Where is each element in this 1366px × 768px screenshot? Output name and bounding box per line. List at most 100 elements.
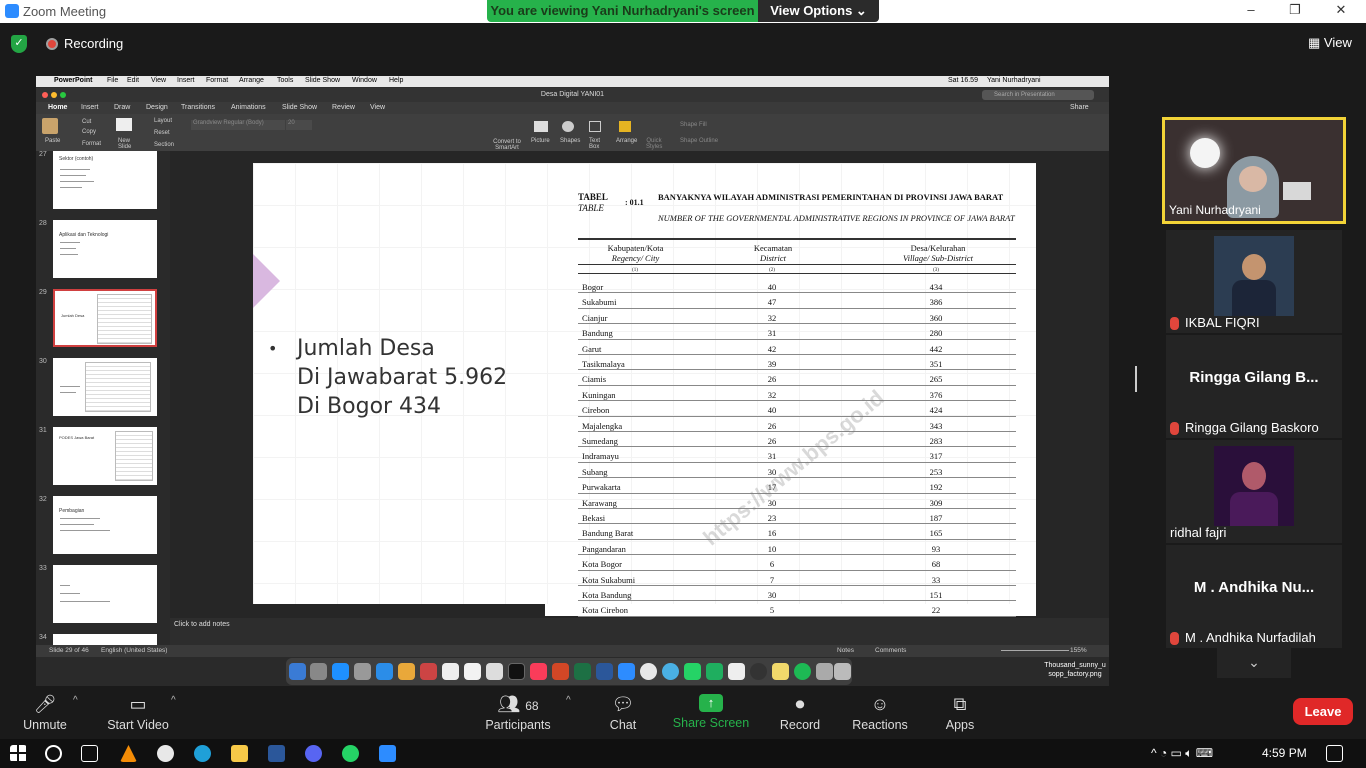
tab-home[interactable]: Home	[48, 104, 67, 111]
menu-slideshow[interactable]: Slide Show	[305, 77, 340, 84]
maximize-button[interactable]: ❐	[1272, 2, 1318, 18]
share-button[interactable]: Share	[1070, 104, 1089, 111]
slide-thumbnail[interactable]: PODES Jawa Barat	[53, 427, 157, 485]
shape-outline-button[interactable]: Shape Outline	[680, 138, 718, 144]
system-tray-icons[interactable]: ^ ◔ ▭ 🔈︎ ⌨	[1151, 746, 1213, 761]
shapes-icon[interactable]	[562, 121, 574, 132]
close-button[interactable]: ✕	[1318, 2, 1364, 18]
notes-toggle[interactable]: Notes	[837, 647, 854, 654]
arrange-label[interactable]: Arrange	[616, 138, 637, 144]
share-screen-button[interactable]: ↑ Share Screen	[666, 686, 756, 730]
font-size-select[interactable]: 20	[286, 120, 312, 130]
photos-icon[interactable]	[398, 663, 415, 680]
menu-format[interactable]: Format	[206, 77, 228, 84]
mac-zoom-icon[interactable]	[60, 92, 66, 98]
reactions-button[interactable]: ☺︎ Reactions	[835, 686, 925, 732]
textbox-icon[interactable]	[589, 121, 601, 132]
mac-close-icon[interactable]	[42, 92, 48, 98]
participant-tile[interactable]: IKBAL FIQRI	[1166, 230, 1342, 333]
menu-tools[interactable]: Tools	[277, 77, 293, 84]
paste-icon[interactable]	[42, 118, 58, 134]
comments-toggle[interactable]: Comments	[875, 647, 906, 654]
menu-arrange[interactable]: Arrange	[239, 77, 264, 84]
discord-icon[interactable]	[305, 745, 322, 762]
facetime-icon[interactable]	[706, 663, 723, 680]
slide-thumbnail-active[interactable]: Jumlah Desa	[53, 289, 157, 347]
finder-alt-icon[interactable]	[662, 663, 679, 680]
appstore-icon[interactable]	[332, 663, 349, 680]
zoom-icon[interactable]	[618, 663, 635, 680]
tab-review[interactable]: Review	[332, 104, 355, 111]
tab-draw[interactable]: Draw	[114, 104, 130, 111]
leave-button[interactable]: Leave	[1293, 698, 1353, 725]
recording-label[interactable]: Recording	[64, 36, 123, 51]
slide-thumbnail[interactable]	[53, 565, 157, 623]
search-presentation-input[interactable]: Search in Presentation	[982, 90, 1094, 100]
tab-view[interactable]: View	[370, 104, 385, 111]
arrange-icon[interactable]	[619, 121, 631, 132]
layout-button[interactable]: Layout	[154, 118, 172, 124]
slide-thumbnail[interactable]	[53, 358, 157, 416]
image-file-icon[interactable]	[816, 663, 833, 680]
menu-edit[interactable]: Edit	[127, 77, 139, 84]
launchpad-icon[interactable]	[310, 663, 327, 680]
trash-icon[interactable]	[834, 663, 851, 680]
menu-window[interactable]: Window	[352, 77, 377, 84]
participant-tile[interactable]: M . Andhika Nu... M . Andhika Nurfadilah	[1166, 545, 1342, 648]
whatsapp-icon[interactable]	[684, 663, 701, 680]
safari-icon[interactable]	[376, 663, 393, 680]
flashcards-icon[interactable]	[420, 663, 437, 680]
tab-insert[interactable]: Insert	[81, 104, 99, 111]
notes-app-icon[interactable]	[464, 663, 481, 680]
participant-tile-active[interactable]: Yani Nurhadryani	[1162, 117, 1346, 224]
tab-animations[interactable]: Animations	[231, 104, 266, 111]
vlc-icon[interactable]	[120, 745, 137, 762]
minimize-button[interactable]: –	[1228, 2, 1274, 17]
chrome-taskbar-icon[interactable]	[157, 745, 174, 762]
windows-start-icon[interactable]	[10, 745, 27, 762]
unmute-button[interactable]: 🎤︎ Unmute	[0, 686, 90, 732]
view-button[interactable]: ▦ View	[1308, 35, 1352, 51]
chat-button[interactable]: 💬︎ Chat	[578, 686, 668, 732]
search-icon[interactable]	[45, 745, 62, 762]
file-explorer-icon[interactable]	[231, 745, 248, 762]
picture-label[interactable]: Picture	[531, 138, 550, 144]
split-handle[interactable]	[1135, 366, 1137, 392]
settings-icon[interactable]	[354, 663, 371, 680]
apps-button[interactable]: ⧉ Apps	[915, 686, 1005, 732]
terminal-icon[interactable]	[508, 663, 525, 680]
shape-fill-button[interactable]: Shape Fill	[680, 122, 707, 128]
powerpoint-icon[interactable]	[552, 663, 569, 680]
gallery-next-page-button[interactable]: ⌄	[1217, 646, 1291, 678]
word-icon[interactable]	[596, 663, 613, 680]
view-options-button[interactable]: View Options ⌄	[758, 0, 879, 22]
spotify-icon[interactable]	[794, 663, 811, 680]
tab-design[interactable]: Design	[146, 104, 168, 111]
font-select[interactable]: Grandview Regular (Body)	[191, 120, 285, 130]
tab-transitions[interactable]: Transitions	[181, 104, 215, 111]
picture-icon[interactable]	[534, 121, 548, 132]
taskbar-clock[interactable]: 4:59 PM	[1262, 746, 1307, 760]
audio-options-caret[interactable]: ^	[73, 695, 78, 706]
whatsapp-taskbar-icon[interactable]	[342, 745, 359, 762]
section-button[interactable]: Section	[154, 142, 174, 148]
excel-icon[interactable]	[574, 663, 591, 680]
security-shield-icon[interactable]: ✓	[11, 35, 27, 53]
participant-tile[interactable]: ridhal fajri	[1166, 440, 1342, 543]
zoom-taskbar-icon[interactable]	[379, 745, 396, 762]
participants-button[interactable]: 👥︎ 68 Participants	[473, 686, 563, 732]
mac-minimize-icon[interactable]	[51, 92, 57, 98]
menu-insert[interactable]: Insert	[177, 77, 195, 84]
reset-button[interactable]: Reset	[154, 130, 170, 136]
menu-powerpoint[interactable]: PowerPoint	[54, 77, 93, 84]
tab-slideshow[interactable]: Slide Show	[282, 104, 317, 111]
copy-button[interactable]: Copy	[82, 129, 96, 135]
shapes-label[interactable]: Shapes	[560, 138, 580, 144]
video-options-caret[interactable]: ^	[171, 695, 176, 706]
document-icon[interactable]	[728, 663, 745, 680]
clock-icon[interactable]	[750, 663, 767, 680]
finder-icon[interactable]	[289, 663, 306, 680]
word-taskbar-icon[interactable]	[268, 745, 285, 762]
quick-styles-button[interactable]: Quick Styles	[646, 138, 662, 150]
cut-button[interactable]: Cut	[82, 119, 91, 125]
